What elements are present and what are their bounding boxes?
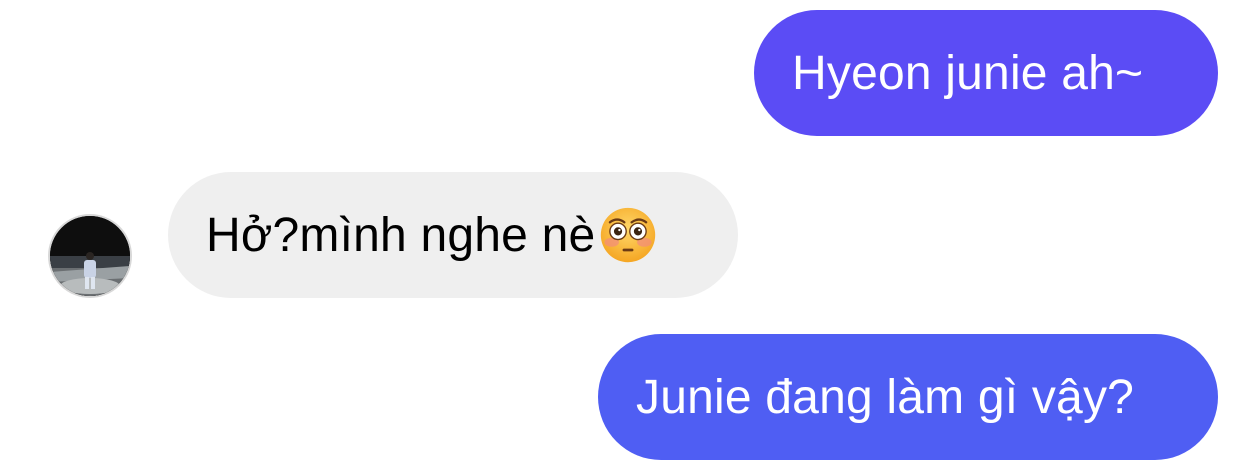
message-text: Hyeon junie ah~ xyxy=(792,46,1144,100)
avatar-photo-icon xyxy=(50,216,130,296)
message-text: Hở?mình nghe nè xyxy=(206,208,596,262)
message-bubble-sent[interactable]: Hyeon junie ah~ xyxy=(754,10,1218,136)
message-text: Junie đang làm gì vậy? xyxy=(636,370,1135,424)
contact-avatar[interactable] xyxy=(48,214,132,298)
message-bubble-received[interactable]: Hở?mình nghe nè xyxy=(168,172,738,298)
flushed-face-emoji-icon xyxy=(601,207,656,263)
message-bubble-sent[interactable]: Junie đang làm gì vậy? xyxy=(598,334,1218,460)
